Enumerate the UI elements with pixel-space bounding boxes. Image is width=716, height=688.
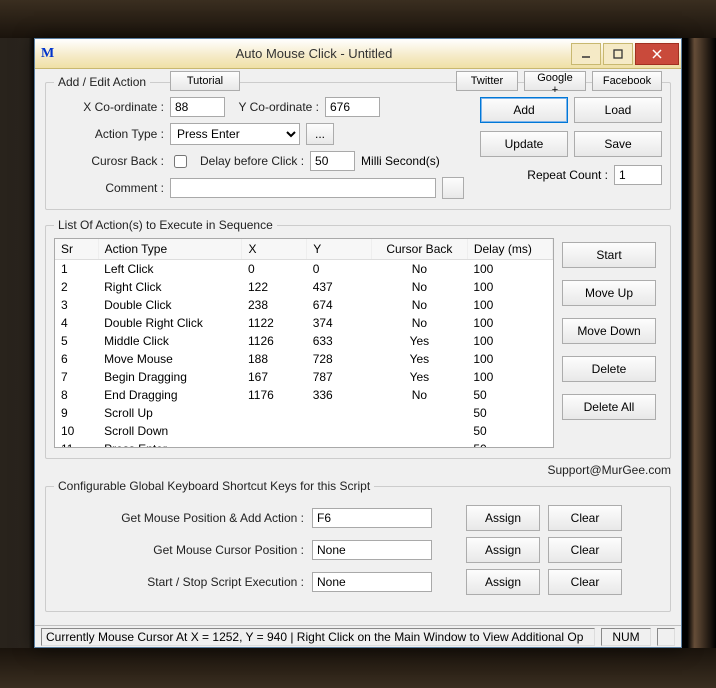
table-row[interactable]: 7Begin Dragging167787Yes100 [55, 368, 553, 386]
browse-button[interactable]: ... [306, 123, 334, 145]
th-sr[interactable]: Sr [55, 239, 98, 259]
delay-label: Delay before Click : [200, 154, 304, 168]
move-down-button[interactable]: Move Down [562, 318, 656, 344]
shortcut2-assign[interactable]: Assign [466, 537, 540, 563]
titlebar[interactable]: M Auto Mouse Click - Untitled [35, 39, 681, 69]
action-list-legend: List Of Action(s) to Execute in Sequence [54, 218, 277, 232]
status-num: NUM [601, 628, 651, 646]
table-row[interactable]: 8End Dragging1176336No50 [55, 386, 553, 404]
minimize-button[interactable] [571, 43, 601, 65]
shortcut1-input[interactable] [312, 508, 432, 528]
shortcut1-assign[interactable]: Assign [466, 505, 540, 531]
shortcut3-input[interactable] [312, 572, 432, 592]
twitter-button[interactable]: Twitter [456, 71, 518, 91]
table-row[interactable]: 6Move Mouse188728Yes100 [55, 350, 553, 368]
th-delay[interactable]: Delay (ms) [467, 239, 552, 259]
comment-color-button[interactable] [442, 177, 464, 199]
repeat-count-input[interactable] [614, 165, 662, 185]
close-button[interactable] [635, 43, 679, 65]
shortcuts-group: Configurable Global Keyboard Shortcut Ke… [45, 479, 671, 612]
maximize-button[interactable] [603, 43, 633, 65]
comment-input[interactable] [170, 178, 436, 198]
th-type[interactable]: Action Type [98, 239, 242, 259]
add-button[interactable]: Add [480, 97, 568, 123]
action-type-select[interactable]: Press Enter [170, 123, 300, 145]
repeat-count-label: Repeat Count : [527, 168, 608, 182]
table-row[interactable]: 5Middle Click1126633Yes100 [55, 332, 553, 350]
add-edit-action-group: Add / Edit Action Tutorial Twitter Googl… [45, 75, 671, 210]
shortcut2-input[interactable] [312, 540, 432, 560]
shortcut2-label: Get Mouse Cursor Position : [54, 543, 304, 557]
shortcut3-label: Start / Stop Script Execution : [54, 575, 304, 589]
action-table[interactable]: Sr Action Type X Y Cursor Back Delay (ms… [54, 238, 554, 448]
start-button[interactable]: Start [562, 242, 656, 268]
table-row[interactable]: 9Scroll Up50 [55, 404, 553, 422]
y-coord-input[interactable] [325, 97, 380, 117]
tutorial-button[interactable]: Tutorial [170, 71, 240, 91]
th-y[interactable]: Y [307, 239, 372, 259]
status-bar: Currently Mouse Cursor At X = 1252, Y = … [35, 625, 681, 647]
move-up-button[interactable]: Move Up [562, 280, 656, 306]
delay-input[interactable] [310, 151, 355, 171]
facebook-button[interactable]: Facebook [592, 71, 662, 91]
table-row[interactable]: 11Press Enter50 [55, 440, 553, 449]
th-x[interactable]: X [242, 239, 307, 259]
update-button[interactable]: Update [480, 131, 568, 157]
window-title: Auto Mouse Click - Untitled [57, 46, 571, 61]
x-coord-input[interactable] [170, 97, 225, 117]
cursor-back-checkbox[interactable] [174, 155, 187, 168]
shortcut1-label: Get Mouse Position & Add Action : [54, 511, 304, 525]
comment-label: Comment : [54, 181, 164, 195]
add-edit-legend: Add / Edit Action [54, 75, 150, 89]
shortcut3-assign[interactable]: Assign [466, 569, 540, 595]
table-row[interactable]: 4Double Right Click1122374No100 [55, 314, 553, 332]
status-pad [657, 628, 675, 646]
action-type-label: Action Type : [54, 127, 164, 141]
action-list-group: List Of Action(s) to Execute in Sequence… [45, 218, 671, 459]
y-coord-label: Y Co-ordinate : [231, 100, 319, 114]
delay-unit: Milli Second(s) [361, 154, 440, 168]
th-cursor-back[interactable]: Cursor Back [371, 239, 467, 259]
status-text: Currently Mouse Cursor At X = 1252, Y = … [41, 628, 595, 646]
delete-all-button[interactable]: Delete All [562, 394, 656, 420]
delete-button[interactable]: Delete [562, 356, 656, 382]
google-plus-button[interactable]: Google + [524, 71, 586, 91]
table-row[interactable]: 2Right Click122437No100 [55, 278, 553, 296]
x-coord-label: X Co-ordinate : [54, 100, 164, 114]
shortcut1-clear[interactable]: Clear [548, 505, 622, 531]
shortcut2-clear[interactable]: Clear [548, 537, 622, 563]
table-row[interactable]: 10Scroll Down50 [55, 422, 553, 440]
support-link[interactable]: Support@MurGee.com [45, 463, 671, 477]
table-row[interactable]: 3Double Click238674No100 [55, 296, 553, 314]
load-button[interactable]: Load [574, 97, 662, 123]
app-logo: M [41, 46, 57, 62]
shortcut3-clear[interactable]: Clear [548, 569, 622, 595]
app-window: M Auto Mouse Click - Untitled Add / Edit… [34, 38, 682, 648]
table-row[interactable]: 1Left Click00No100 [55, 259, 553, 278]
save-button[interactable]: Save [574, 131, 662, 157]
shortcuts-legend: Configurable Global Keyboard Shortcut Ke… [54, 479, 374, 493]
cursor-back-label: Curosr Back : [54, 154, 164, 168]
